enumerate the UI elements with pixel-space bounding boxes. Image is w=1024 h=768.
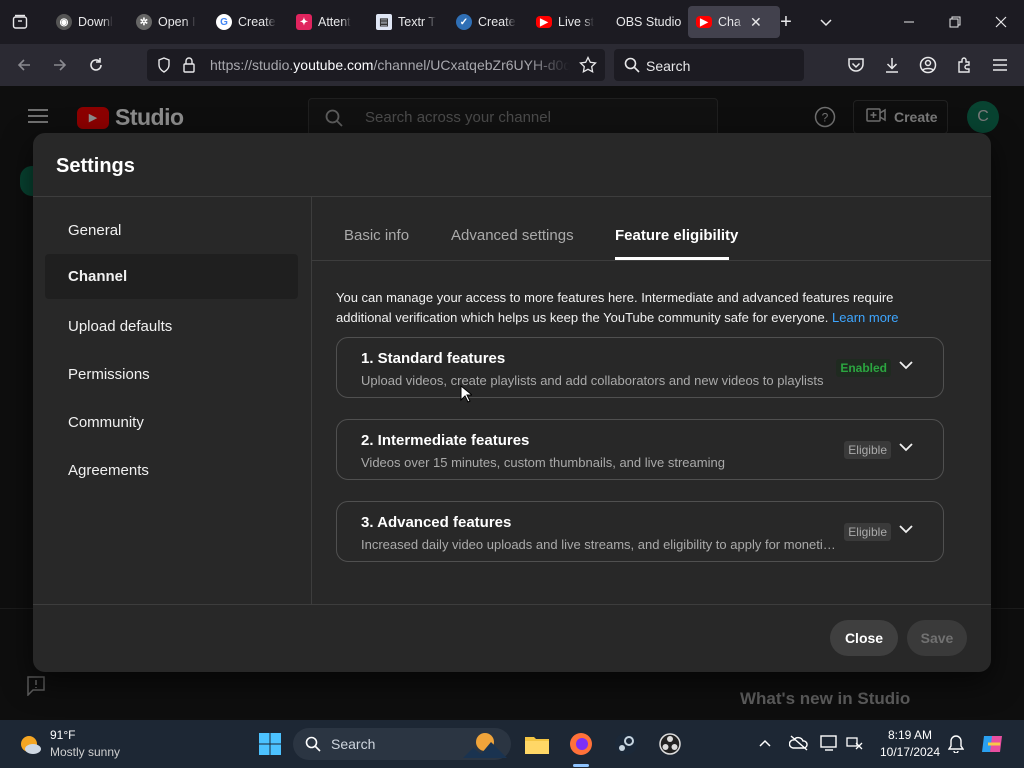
show-hidden-icons-chevron-icon[interactable] bbox=[758, 736, 772, 755]
lock-icon[interactable] bbox=[183, 57, 195, 78]
nav-item-upload-defaults[interactable]: Upload defaults bbox=[45, 304, 298, 349]
close-window-icon[interactable] bbox=[987, 8, 1015, 36]
copilot-icon[interactable] bbox=[980, 732, 1006, 761]
weather-sun-icon[interactable] bbox=[18, 733, 42, 757]
browser-tab[interactable]: ▶ Live st bbox=[528, 6, 614, 38]
save-button[interactable]: Save bbox=[907, 620, 967, 656]
windows-taskbar: 91°F Mostly sunny Search 8:19 AM 10/17/2… bbox=[0, 720, 1024, 768]
divider bbox=[311, 197, 312, 605]
tab-feature-eligibility[interactable]: Feature eligibility bbox=[615, 227, 738, 244]
tab-overview-icon[interactable] bbox=[8, 11, 32, 33]
firefox-icon[interactable] bbox=[565, 728, 597, 760]
browser-tab[interactable]: ✲ Open I bbox=[128, 6, 212, 38]
search-highlight-icon bbox=[463, 730, 507, 763]
settings-dialog: Settings General Channel Upload defaults… bbox=[33, 133, 991, 672]
mouse-cursor-icon bbox=[460, 384, 474, 408]
app-icon: ✦ bbox=[296, 14, 312, 30]
dialog-title: Settings bbox=[56, 155, 135, 177]
windows-start-icon[interactable] bbox=[254, 728, 286, 760]
browser-tab-strip: ◉ Downl ✲ Open I G Create ✦ Attent ▤ Tex… bbox=[0, 0, 1024, 44]
github-icon: ◉ bbox=[56, 14, 72, 30]
extensions-icon[interactable] bbox=[952, 54, 976, 76]
restore-icon[interactable] bbox=[941, 8, 969, 36]
new-tab-icon[interactable]: + bbox=[772, 8, 800, 36]
display-icon[interactable] bbox=[820, 734, 840, 757]
menu-icon[interactable] bbox=[988, 54, 1012, 76]
url-bar[interactable]: https://studio.youtube.com/channel/UCxat… bbox=[147, 49, 605, 81]
obs-icon[interactable] bbox=[654, 728, 686, 760]
bookmark-star-icon[interactable] bbox=[579, 55, 597, 79]
chevron-down-icon[interactable] bbox=[812, 8, 840, 36]
browser-tab[interactable]: ◉ Downl bbox=[48, 6, 132, 38]
browser-tab[interactable]: ✓ Create bbox=[448, 6, 536, 38]
divider bbox=[33, 604, 991, 605]
browser-tab[interactable]: ✦ Attent bbox=[288, 6, 372, 38]
intro-text: You can manage your access to more featu… bbox=[336, 290, 899, 325]
url-text: https://studio.youtube.com/channel/UCxat… bbox=[210, 57, 570, 73]
youtube-icon: ▶ bbox=[696, 16, 712, 28]
steam-icon[interactable] bbox=[610, 728, 642, 760]
minimize-icon[interactable] bbox=[895, 8, 923, 36]
tab-basic-info[interactable]: Basic info bbox=[344, 227, 409, 244]
taskbar-search-input[interactable]: Search bbox=[293, 728, 511, 760]
feature-card-advanced[interactable]: 3. Advanced features Increased daily vid… bbox=[336, 501, 944, 562]
download-icon[interactable] bbox=[880, 54, 904, 76]
feature-card-intermediate[interactable]: 2. Intermediate features Videos over 15 … bbox=[336, 419, 944, 480]
close-button[interactable]: Close bbox=[830, 620, 898, 656]
active-app-indicator bbox=[573, 764, 589, 767]
status-badge: Eligible bbox=[844, 441, 891, 459]
notification-bell-icon[interactable] bbox=[947, 735, 965, 758]
search-icon bbox=[305, 736, 321, 757]
feature-card-standard[interactable]: 1. Standard features Upload videos, crea… bbox=[336, 337, 944, 398]
pocket-icon[interactable] bbox=[844, 54, 868, 76]
tab-advanced-settings[interactable]: Advanced settings bbox=[451, 227, 574, 244]
account-icon[interactable] bbox=[916, 54, 940, 76]
browser-nav-bar: https://studio.youtube.com/channel/UCxat… bbox=[0, 44, 1024, 86]
browser-search-bar[interactable]: Search bbox=[614, 49, 804, 81]
browser-tab-active[interactable]: ▶ Cha ✕ bbox=[688, 6, 780, 38]
nav-item-community[interactable]: Community bbox=[45, 400, 298, 445]
steam-icon: ✓ bbox=[456, 14, 472, 30]
divider bbox=[312, 260, 991, 261]
google-icon: G bbox=[216, 14, 232, 30]
nav-item-permissions[interactable]: Permissions bbox=[45, 352, 298, 397]
file-explorer-icon[interactable] bbox=[521, 728, 553, 760]
divider bbox=[33, 196, 991, 197]
back-icon[interactable] bbox=[12, 54, 36, 76]
shield-icon[interactable] bbox=[157, 57, 171, 78]
status-badge: Enabled bbox=[836, 359, 891, 377]
openai-icon: ✲ bbox=[136, 14, 152, 30]
youtube-icon: ▶ bbox=[536, 16, 552, 28]
network-icon[interactable] bbox=[846, 734, 864, 757]
search-icon bbox=[624, 57, 640, 78]
doc-icon: ▤ bbox=[376, 14, 392, 30]
onedrive-icon[interactable] bbox=[788, 734, 809, 757]
close-tab-icon[interactable]: ✕ bbox=[750, 14, 762, 31]
forward-icon[interactable] bbox=[48, 54, 72, 76]
chevron-down-icon[interactable] bbox=[897, 520, 915, 538]
nav-item-general[interactable]: General bbox=[45, 208, 298, 253]
nav-item-agreements[interactable]: Agreements bbox=[45, 448, 298, 493]
learn-more-link[interactable]: Learn more bbox=[832, 310, 898, 325]
status-badge: Eligible bbox=[844, 523, 891, 541]
chevron-down-icon[interactable] bbox=[897, 356, 915, 374]
browser-tab[interactable]: ▤ Textr T bbox=[368, 6, 454, 38]
nav-item-channel[interactable]: Channel bbox=[45, 254, 298, 299]
reload-icon[interactable] bbox=[84, 54, 108, 76]
browser-tab[interactable]: G Create bbox=[208, 6, 294, 38]
chevron-down-icon[interactable] bbox=[897, 438, 915, 456]
